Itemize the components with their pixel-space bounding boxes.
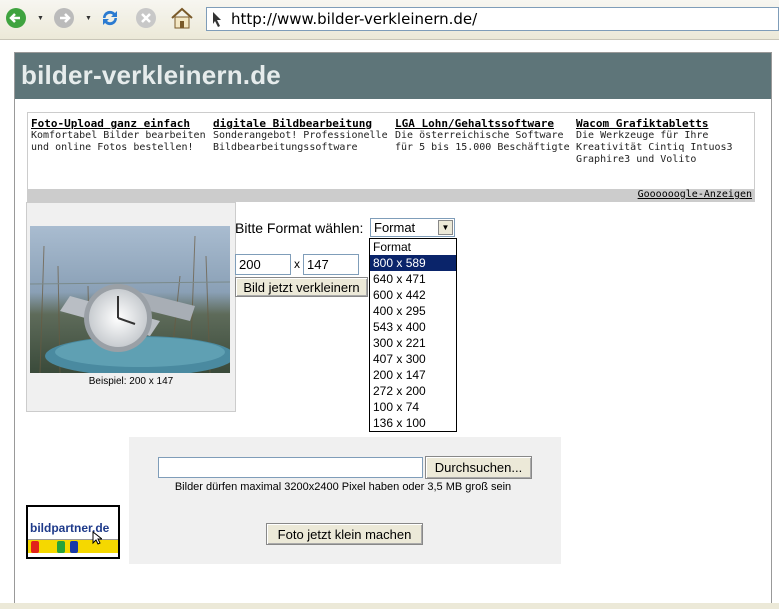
format-option[interactable]: Format xyxy=(370,239,456,255)
page-icon xyxy=(207,9,227,29)
file-input[interactable] xyxy=(158,457,423,478)
upload-note: Bilder dürfen maximal 3200x2400 Pixel ha… xyxy=(174,481,512,493)
format-option[interactable]: 100 x 74 xyxy=(370,399,456,415)
page-frame: bilder-verkleinern.de Foto-Upload ganz e… xyxy=(14,52,772,609)
sample-caption: Beispiel: 200 x 147 xyxy=(88,376,174,387)
format-select[interactable]: Format ▼ xyxy=(370,218,455,237)
height-input[interactable]: 147 xyxy=(303,254,359,275)
format-option[interactable]: 800 x 589 xyxy=(370,255,456,271)
forward-dropdown-icon[interactable]: ▼ xyxy=(85,15,92,22)
format-option[interactable]: 136 x 100 xyxy=(370,415,456,431)
sample-box: Beispiel: 200 x 147 xyxy=(26,202,236,412)
url-text[interactable]: http://www.bilder-verkleinern.de/ xyxy=(227,10,477,28)
bildpartner-logo[interactable]: bildpartner.de xyxy=(26,505,120,559)
ad-text: Komfortabel Bilder bearbeiten und online… xyxy=(31,130,206,153)
home-icon[interactable] xyxy=(170,6,194,30)
ad-text: Die österreichische Software für 5 bis 1… xyxy=(395,130,570,153)
format-option[interactable]: 640 x 471 xyxy=(370,271,456,287)
yellow-block xyxy=(44,541,52,553)
ad-title[interactable]: LGA Lohn/Gehaltssoftware xyxy=(395,117,573,130)
ads-footer: Goooooogle-Anzeigen xyxy=(28,189,754,201)
ad-item[interactable]: Foto-Upload ganz einfach Komfortabel Bil… xyxy=(31,117,209,154)
browse-button[interactable]: Durchsuchen... xyxy=(425,456,532,479)
forward-icon[interactable] xyxy=(52,6,76,30)
site-header: bilder-verkleinern.de xyxy=(15,53,771,99)
browser-toolbar: ▼ ▼ http://www.bilder-verkleinern.de/ xyxy=(0,0,779,40)
submit-button[interactable]: Foto jetzt klein machen xyxy=(266,523,423,545)
ad-title[interactable]: Foto-Upload ganz einfach xyxy=(31,117,209,130)
stop-icon[interactable] xyxy=(134,6,158,30)
format-option[interactable]: 272 x 200 xyxy=(370,383,456,399)
dimension-separator: x xyxy=(294,257,300,271)
status-bar xyxy=(0,603,779,609)
ad-text: Die Werkzeuge für Ihre Kreativität Cinti… xyxy=(576,130,733,165)
ad-title[interactable]: digitale Bildbearbeitung xyxy=(213,117,391,130)
back-icon[interactable] xyxy=(4,6,28,30)
refresh-icon[interactable] xyxy=(98,6,122,30)
google-ads-link[interactable]: Goooooogle-Anzeigen xyxy=(638,189,752,200)
ads-box: Foto-Upload ganz einfach Komfortabel Bil… xyxy=(27,112,755,202)
format-option[interactable]: 300 x 221 xyxy=(370,335,456,351)
address-bar[interactable]: http://www.bilder-verkleinern.de/ xyxy=(206,7,779,31)
chevron-down-icon[interactable]: ▼ xyxy=(438,220,453,235)
back-dropdown-icon[interactable]: ▼ xyxy=(37,15,44,22)
format-selected-value: Format xyxy=(374,220,416,235)
format-option[interactable]: 200 x 147 xyxy=(370,367,456,383)
red-block xyxy=(31,541,39,553)
site-title: bilder-verkleinern.de xyxy=(21,60,281,90)
ad-item[interactable]: digitale Bildbearbeitung Sonderangebot! … xyxy=(213,117,391,154)
width-input[interactable]: 200 xyxy=(235,254,291,275)
format-option[interactable]: 600 x 442 xyxy=(370,287,456,303)
format-label: Bitte Format wählen: xyxy=(235,220,364,236)
ad-text: Sonderangebot! Professionelle Bildbearbe… xyxy=(213,130,388,153)
blue-block xyxy=(70,541,78,553)
ad-title[interactable]: Wacom Grafiktabletts xyxy=(576,117,754,130)
sample-watch-image xyxy=(30,226,230,373)
format-option[interactable]: 400 x 295 xyxy=(370,303,456,319)
cursor-icon xyxy=(92,531,102,545)
format-option[interactable]: 543 x 400 xyxy=(370,319,456,335)
ad-item[interactable]: Wacom Grafiktabletts Die Werkzeuge für I… xyxy=(576,117,754,166)
upload-area: Durchsuchen... Bilder dürfen maximal 320… xyxy=(129,437,561,564)
ad-item[interactable]: LGA Lohn/Gehaltssoftware Die österreichi… xyxy=(395,117,573,154)
format-dropdown-list[interactable]: Format 800 x 589 640 x 471 600 x 442 400 x 2… xyxy=(369,238,457,432)
green-block xyxy=(57,541,65,553)
format-option[interactable]: 407 x 300 xyxy=(370,351,456,367)
shrink-image-button[interactable]: Bild jetzt verkleinern xyxy=(235,277,368,297)
